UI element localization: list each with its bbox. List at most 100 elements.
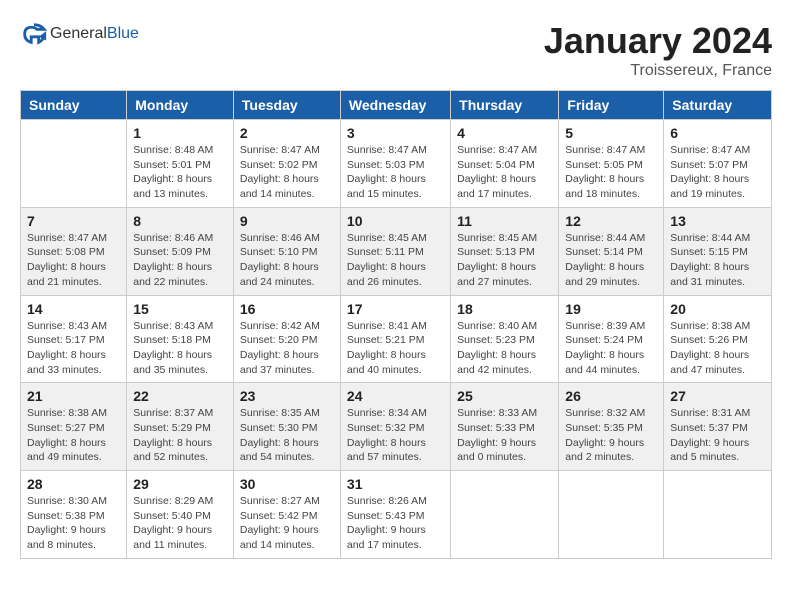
- day-info: Sunrise: 8:47 AM Sunset: 5:05 PM Dayligh…: [565, 143, 657, 202]
- calendar-cell: 4 Sunrise: 8:47 AM Sunset: 5:04 PM Daylig…: [451, 120, 559, 208]
- calendar-week-row: 21 Sunrise: 8:38 AM Sunset: 5:27 PM Dayli…: [21, 383, 772, 471]
- day-info: Sunrise: 8:47 AM Sunset: 5:03 PM Dayligh…: [347, 143, 444, 202]
- day-number: 5: [565, 125, 657, 141]
- day-info: Sunrise: 8:41 AM Sunset: 5:21 PM Dayligh…: [347, 319, 444, 378]
- calendar-cell: 14 Sunrise: 8:43 AM Sunset: 5:17 PM Dayli…: [21, 295, 127, 383]
- calendar-cell: 25 Sunrise: 8:33 AM Sunset: 5:33 PM Dayli…: [451, 383, 559, 471]
- calendar-cell: 27 Sunrise: 8:31 AM Sunset: 5:37 PM Dayli…: [664, 383, 772, 471]
- calendar-cell: 28Sunrise: 8:30 AM Sunset: 5:38 PM Dayli…: [21, 471, 127, 559]
- calendar-cell: 3 Sunrise: 8:47 AM Sunset: 5:03 PM Daylig…: [340, 120, 450, 208]
- weekday-header-row: SundayMondayTuesdayWednesdayThursdayFrid…: [21, 91, 772, 120]
- day-info: Sunrise: 8:46 AM Sunset: 5:10 PM Dayligh…: [240, 231, 334, 290]
- calendar-cell: 12 Sunrise: 8:44 AM Sunset: 5:14 PM Dayli…: [559, 207, 664, 295]
- day-info: Sunrise: 8:33 AM Sunset: 5:33 PM Dayligh…: [457, 406, 552, 465]
- calendar-cell: 31 Sunrise: 8:26 AM Sunset: 5:43 PM Dayli…: [340, 471, 450, 559]
- weekday-header-sunday: Sunday: [21, 91, 127, 120]
- day-number: 18: [457, 301, 552, 317]
- calendar-week-row: 7Sunrise: 8:47 AM Sunset: 5:08 PM Daylig…: [21, 207, 772, 295]
- day-number: 24: [347, 388, 444, 404]
- day-number: 3: [347, 125, 444, 141]
- calendar-cell: [664, 471, 772, 559]
- calendar-cell: 2 Sunrise: 8:47 AM Sunset: 5:02 PM Daylig…: [233, 120, 340, 208]
- calendar-cell: 20 Sunrise: 8:38 AM Sunset: 5:26 PM Dayli…: [664, 295, 772, 383]
- day-info: Sunrise: 8:39 AM Sunset: 5:24 PM Dayligh…: [565, 319, 657, 378]
- calendar-cell: [451, 471, 559, 559]
- day-info: Sunrise: 8:43 AM Sunset: 5:17 PM Dayligh…: [27, 319, 120, 378]
- day-info: Sunrise: 8:40 AM Sunset: 5:23 PM Dayligh…: [457, 319, 552, 378]
- day-info: Sunrise: 8:34 AM Sunset: 5:32 PM Dayligh…: [347, 406, 444, 465]
- calendar-cell: 29 Sunrise: 8:29 AM Sunset: 5:40 PM Dayli…: [127, 471, 234, 559]
- calendar-cell: 23Sunrise: 8:35 AM Sunset: 5:30 PM Dayli…: [233, 383, 340, 471]
- day-number: 27: [670, 388, 765, 404]
- weekday-header-tuesday: Tuesday: [233, 91, 340, 120]
- day-number: 19: [565, 301, 657, 317]
- logo: GeneralBlue: [20, 20, 139, 48]
- day-info: Sunrise: 8:38 AM Sunset: 5:26 PM Dayligh…: [670, 319, 765, 378]
- day-number: 12: [565, 213, 657, 229]
- day-info: Sunrise: 8:29 AM Sunset: 5:40 PM Dayligh…: [133, 494, 227, 553]
- day-number: 16: [240, 301, 334, 317]
- day-info: Sunrise: 8:42 AM Sunset: 5:20 PM Dayligh…: [240, 319, 334, 378]
- day-number: 1: [133, 125, 227, 141]
- weekday-header-saturday: Saturday: [664, 91, 772, 120]
- calendar-cell: 9 Sunrise: 8:46 AM Sunset: 5:10 PM Daylig…: [233, 207, 340, 295]
- calendar-week-row: 28Sunrise: 8:30 AM Sunset: 5:38 PM Dayli…: [21, 471, 772, 559]
- calendar-cell: 30Sunrise: 8:27 AM Sunset: 5:42 PM Dayli…: [233, 471, 340, 559]
- day-info: Sunrise: 8:38 AM Sunset: 5:27 PM Dayligh…: [27, 406, 120, 465]
- weekday-header-thursday: Thursday: [451, 91, 559, 120]
- day-number: 29: [133, 476, 227, 492]
- day-number: 2: [240, 125, 334, 141]
- day-info: Sunrise: 8:47 AM Sunset: 5:02 PM Dayligh…: [240, 143, 334, 202]
- page-header: GeneralBlue January 2024 Troissereux, Fr…: [20, 20, 772, 80]
- logo-general-text: General: [50, 25, 107, 42]
- calendar-cell: 7Sunrise: 8:47 AM Sunset: 5:08 PM Daylig…: [21, 207, 127, 295]
- calendar-cell: 15Sunrise: 8:43 AM Sunset: 5:18 PM Dayli…: [127, 295, 234, 383]
- logo-blue-text: Blue: [107, 25, 139, 42]
- day-number: 31: [347, 476, 444, 492]
- calendar-cell: 1 Sunrise: 8:48 AM Sunset: 5:01 PM Daylig…: [127, 120, 234, 208]
- day-number: 10: [347, 213, 444, 229]
- calendar-cell: 17 Sunrise: 8:41 AM Sunset: 5:21 PM Dayli…: [340, 295, 450, 383]
- calendar-cell: 24 Sunrise: 8:34 AM Sunset: 5:32 PM Dayli…: [340, 383, 450, 471]
- calendar-cell: [21, 120, 127, 208]
- day-info: Sunrise: 8:45 AM Sunset: 5:13 PM Dayligh…: [457, 231, 552, 290]
- day-number: 21: [27, 388, 120, 404]
- day-number: 7: [27, 213, 120, 229]
- weekday-header-friday: Friday: [559, 91, 664, 120]
- day-info: Sunrise: 8:44 AM Sunset: 5:14 PM Dayligh…: [565, 231, 657, 290]
- calendar-week-row: 1 Sunrise: 8:48 AM Sunset: 5:01 PM Daylig…: [21, 120, 772, 208]
- day-number: 6: [670, 125, 765, 141]
- weekday-header-wednesday: Wednesday: [340, 91, 450, 120]
- calendar-cell: 13 Sunrise: 8:44 AM Sunset: 5:15 PM Dayli…: [664, 207, 772, 295]
- day-info: Sunrise: 8:31 AM Sunset: 5:37 PM Dayligh…: [670, 406, 765, 465]
- day-number: 9: [240, 213, 334, 229]
- day-number: 20: [670, 301, 765, 317]
- day-info: Sunrise: 8:47 AM Sunset: 5:07 PM Dayligh…: [670, 143, 765, 202]
- day-info: Sunrise: 8:32 AM Sunset: 5:35 PM Dayligh…: [565, 406, 657, 465]
- day-info: Sunrise: 8:44 AM Sunset: 5:15 PM Dayligh…: [670, 231, 765, 290]
- calendar-week-row: 14 Sunrise: 8:43 AM Sunset: 5:17 PM Dayli…: [21, 295, 772, 383]
- day-info: Sunrise: 8:47 AM Sunset: 5:04 PM Dayligh…: [457, 143, 552, 202]
- day-info: Sunrise: 8:48 AM Sunset: 5:01 PM Dayligh…: [133, 143, 227, 202]
- calendar-cell: 8Sunrise: 8:46 AM Sunset: 5:09 PM Daylig…: [127, 207, 234, 295]
- day-number: 8: [133, 213, 227, 229]
- calendar-cell: [559, 471, 664, 559]
- day-number: 11: [457, 213, 552, 229]
- day-number: 22: [133, 388, 227, 404]
- location-subtitle: Troissereux, France: [544, 62, 772, 80]
- calendar-cell: 11 Sunrise: 8:45 AM Sunset: 5:13 PM Dayli…: [451, 207, 559, 295]
- day-number: 25: [457, 388, 552, 404]
- day-number: 13: [670, 213, 765, 229]
- calendar-cell: 26Sunrise: 8:32 AM Sunset: 5:35 PM Dayli…: [559, 383, 664, 471]
- day-info: Sunrise: 8:30 AM Sunset: 5:38 PM Dayligh…: [27, 494, 120, 553]
- day-number: 4: [457, 125, 552, 141]
- day-number: 14: [27, 301, 120, 317]
- title-area: January 2024 Troissereux, France: [544, 20, 772, 80]
- logo-icon: [20, 20, 48, 48]
- weekday-header-monday: Monday: [127, 91, 234, 120]
- calendar-table: SundayMondayTuesdayWednesdayThursdayFrid…: [20, 90, 772, 559]
- day-info: Sunrise: 8:26 AM Sunset: 5:43 PM Dayligh…: [347, 494, 444, 553]
- day-number: 17: [347, 301, 444, 317]
- day-info: Sunrise: 8:37 AM Sunset: 5:29 PM Dayligh…: [133, 406, 227, 465]
- calendar-cell: 5 Sunrise: 8:47 AM Sunset: 5:05 PM Daylig…: [559, 120, 664, 208]
